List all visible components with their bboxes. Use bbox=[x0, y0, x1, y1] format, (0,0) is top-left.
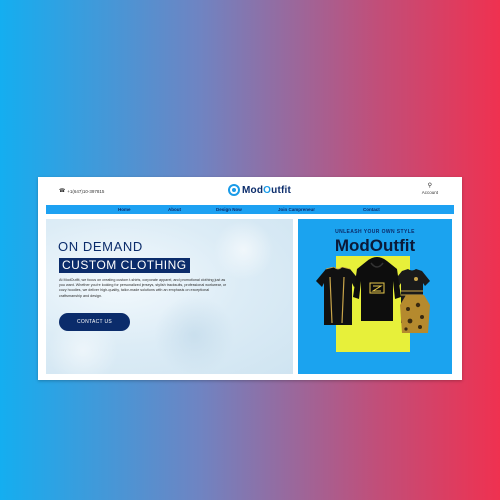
logo-icon bbox=[228, 184, 240, 196]
site-header: ☎ +1(647)10-397815 ModOutfit ⚲ Account bbox=[38, 177, 462, 205]
logo-text: ModOutfit bbox=[242, 184, 292, 196]
website-window: ☎ +1(647)10-397815 ModOutfit ⚲ Account H… bbox=[38, 177, 462, 380]
phone-number: +1(647)10-397815 bbox=[67, 188, 105, 194]
promo-tagline: UNLEASH YOUR OWN STYLE bbox=[335, 229, 415, 235]
phone-contact[interactable]: ☎ +1(647)10-397815 bbox=[59, 188, 104, 194]
hero-section: ON DEMAND CUSTOM CLOTHING At ModOutfit, … bbox=[46, 219, 293, 374]
promo-banner[interactable]: UNLEASH YOUR OWN STYLE ModOutfit bbox=[298, 219, 452, 374]
phone-icon: ☎ bbox=[59, 188, 66, 194]
nav-item-contact[interactable]: Contact bbox=[363, 207, 380, 212]
contact-us-button[interactable]: CONTACT US bbox=[59, 313, 130, 331]
hero-heading-line1: ON DEMAND bbox=[58, 239, 143, 254]
main-nav: Home About Design Now Join Campreneur Co… bbox=[46, 205, 454, 214]
nav-item-home[interactable]: Home bbox=[118, 207, 131, 212]
leopard-jacket-image bbox=[400, 295, 430, 333]
account-label: Account bbox=[421, 190, 438, 195]
account-link[interactable]: ⚲ Account bbox=[422, 183, 438, 195]
hero-description: At ModOutfit, we focus on creating custo… bbox=[59, 278, 227, 298]
hero-heading-line2: CUSTOM CLOTHING bbox=[59, 258, 190, 273]
site-logo[interactable]: ModOutfit bbox=[228, 184, 291, 196]
user-icon: ⚲ bbox=[427, 183, 433, 189]
nav-item-about[interactable]: About bbox=[168, 207, 181, 212]
nav-item-design-now[interactable]: Design Now bbox=[216, 207, 242, 212]
promo-brand: ModOutfit bbox=[334, 236, 416, 255]
black-hoodie-image bbox=[353, 257, 401, 321]
nav-item-join-campreneur[interactable]: Join Campreneur bbox=[278, 207, 315, 212]
